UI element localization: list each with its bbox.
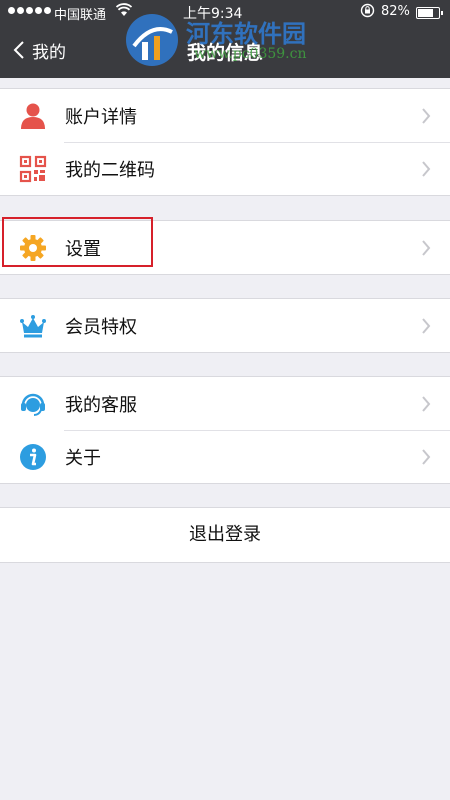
customer-service-icon <box>21 393 45 416</box>
chevron-right-icon <box>422 108 431 124</box>
header: 中国联通 上午9:34 82% 我的 我的信息 河东软件园 www.pc0359… <box>0 0 450 78</box>
chevron-right-icon <box>422 396 431 412</box>
menu-item-qr-code[interactable]: 我的二维码 <box>0 142 450 195</box>
battery-icon <box>416 7 443 19</box>
navigation-bar: 我的 我的信息 <box>0 24 450 78</box>
menu-item-label: 关于 <box>65 448 101 469</box>
signal-strength-icon <box>8 7 51 14</box>
user-icon <box>21 103 45 129</box>
gear-icon <box>20 235 46 261</box>
crown-icon <box>20 315 46 338</box>
menu-item-account-details[interactable]: 账户详情 <box>0 89 450 142</box>
menu-item-label: 我的二维码 <box>65 160 155 181</box>
status-bar: 中国联通 上午9:34 82% <box>0 0 450 24</box>
menu-item-customer-service[interactable]: 我的客服 <box>0 377 450 430</box>
menu-item-label: 我的客服 <box>65 395 137 416</box>
menu-group-settings: 设置 <box>0 220 450 275</box>
menu-group-account: 账户详情 我的二维码 <box>0 88 450 196</box>
battery-level-fill <box>418 9 433 17</box>
chevron-right-icon <box>422 449 431 465</box>
info-icon <box>20 444 46 470</box>
chevron-right-icon <box>422 318 431 334</box>
status-time: 上午9:34 <box>183 6 243 22</box>
menu-group-support: 我的客服 关于 <box>0 376 450 484</box>
menu-item-label: 设置 <box>65 239 101 260</box>
rotation-lock-icon <box>360 3 375 18</box>
menu-item-label: 会员特权 <box>65 317 137 338</box>
menu-item-membership[interactable]: 会员特权 <box>0 299 450 352</box>
carrier-name: 中国联通 <box>54 8 107 23</box>
menu-item-about[interactable]: 关于 <box>0 430 450 483</box>
wifi-icon <box>116 3 132 16</box>
battery-percent: 82% <box>381 4 410 19</box>
menu-item-settings[interactable]: 设置 <box>0 221 450 274</box>
qr-code-icon <box>19 155 47 183</box>
menu-group-membership: 会员特权 <box>0 298 450 353</box>
logout-button[interactable]: 退出登录 <box>0 507 450 563</box>
menu-item-label: 账户详情 <box>65 107 137 128</box>
page-title: 我的信息 <box>186 42 263 64</box>
chevron-right-icon <box>422 240 431 256</box>
chevron-right-icon <box>422 161 431 177</box>
